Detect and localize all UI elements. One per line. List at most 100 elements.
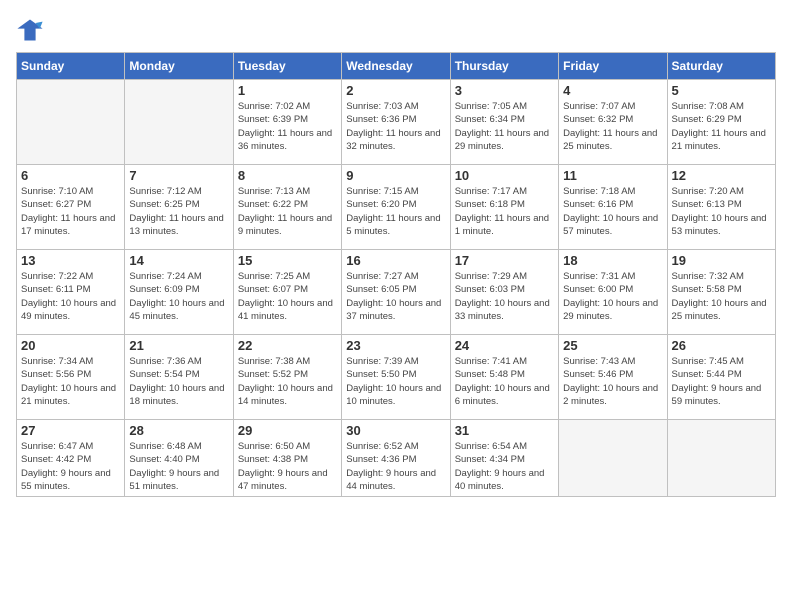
calendar-cell: 2 Sunrise: 7:03 AM Sunset: 6:36 PM Daylig… (342, 80, 450, 165)
day-number: 11 (563, 168, 662, 183)
day-number: 18 (563, 253, 662, 268)
calendar-cell: 14 Sunrise: 7:24 AM Sunset: 6:09 PM Dayli… (125, 250, 233, 335)
calendar-cell: 29 Sunrise: 6:50 AM Sunset: 4:38 PM Dayli… (233, 420, 341, 497)
calendar-cell: 23 Sunrise: 7:39 AM Sunset: 5:50 PM Dayli… (342, 335, 450, 420)
day-detail: Sunrise: 7:34 AM Sunset: 5:56 PM Dayligh… (21, 355, 120, 408)
calendar-cell: 21 Sunrise: 7:36 AM Sunset: 5:54 PM Dayli… (125, 335, 233, 420)
day-detail: Sunrise: 7:18 AM Sunset: 6:16 PM Dayligh… (563, 185, 662, 238)
calendar-cell: 4 Sunrise: 7:07 AM Sunset: 6:32 PM Daylig… (559, 80, 667, 165)
calendar-cell: 6 Sunrise: 7:10 AM Sunset: 6:27 PM Daylig… (17, 165, 125, 250)
day-number: 10 (455, 168, 554, 183)
day-number: 26 (672, 338, 771, 353)
day-number: 1 (238, 83, 337, 98)
day-number: 3 (455, 83, 554, 98)
day-number: 25 (563, 338, 662, 353)
day-detail: Sunrise: 7:20 AM Sunset: 6:13 PM Dayligh… (672, 185, 771, 238)
day-detail: Sunrise: 7:03 AM Sunset: 6:36 PM Dayligh… (346, 100, 445, 153)
calendar-cell: 22 Sunrise: 7:38 AM Sunset: 5:52 PM Dayli… (233, 335, 341, 420)
day-detail: Sunrise: 7:02 AM Sunset: 6:39 PM Dayligh… (238, 100, 337, 153)
day-detail: Sunrise: 7:07 AM Sunset: 6:32 PM Dayligh… (563, 100, 662, 153)
day-number: 29 (238, 423, 337, 438)
calendar-cell: 1 Sunrise: 7:02 AM Sunset: 6:39 PM Daylig… (233, 80, 341, 165)
calendar-cell: 9Sunrise: 7:15 AM Sunset: 6:20 PM Daylig… (342, 165, 450, 250)
calendar-cell: 17 Sunrise: 7:29 AM Sunset: 6:03 PM Dayli… (450, 250, 558, 335)
day-number: 19 (672, 253, 771, 268)
day-detail: Sunrise: 7:17 AM Sunset: 6:18 PM Dayligh… (455, 185, 554, 238)
day-number: 31 (455, 423, 554, 438)
day-detail: Sunrise: 7:15 AM Sunset: 6:20 PM Dayligh… (346, 185, 445, 238)
calendar-cell (17, 80, 125, 165)
calendar-cell: 19 Sunrise: 7:32 AM Sunset: 5:58 PM Dayli… (667, 250, 775, 335)
day-number: 5 (672, 83, 771, 98)
day-number: 22 (238, 338, 337, 353)
day-detail: Sunrise: 7:38 AM Sunset: 5:52 PM Dayligh… (238, 355, 337, 408)
day-number: 4 (563, 83, 662, 98)
day-detail: Sunrise: 6:50 AM Sunset: 4:38 PM Dayligh… (238, 440, 337, 493)
calendar-cell: 8 Sunrise: 7:13 AM Sunset: 6:22 PM Daylig… (233, 165, 341, 250)
day-number: 23 (346, 338, 445, 353)
day-number: 13 (21, 253, 120, 268)
day-detail: Sunrise: 7:43 AM Sunset: 5:46 PM Dayligh… (563, 355, 662, 408)
calendar-week-0: 1 Sunrise: 7:02 AM Sunset: 6:39 PM Daylig… (17, 80, 776, 165)
day-detail: Sunrise: 6:54 AM Sunset: 4:34 PM Dayligh… (455, 440, 554, 493)
day-detail: Sunrise: 7:24 AM Sunset: 6:09 PM Dayligh… (129, 270, 228, 323)
calendar-table: SundayMondayTuesdayWednesdayThursdayFrid… (16, 52, 776, 497)
day-number: 2 (346, 83, 445, 98)
day-number: 21 (129, 338, 228, 353)
weekday-header-wednesday: Wednesday (342, 53, 450, 80)
calendar-week-2: 13 Sunrise: 7:22 AM Sunset: 6:11 PM Dayli… (17, 250, 776, 335)
day-number: 8 (238, 168, 337, 183)
day-number: 7 (129, 168, 228, 183)
day-detail: Sunrise: 7:45 AM Sunset: 5:44 PM Dayligh… (672, 355, 771, 408)
day-detail: Sunrise: 7:39 AM Sunset: 5:50 PM Dayligh… (346, 355, 445, 408)
day-detail: Sunrise: 7:08 AM Sunset: 6:29 PM Dayligh… (672, 100, 771, 153)
day-detail: Sunrise: 7:32 AM Sunset: 5:58 PM Dayligh… (672, 270, 771, 323)
day-detail: Sunrise: 7:22 AM Sunset: 6:11 PM Dayligh… (21, 270, 120, 323)
calendar-cell: 27 Sunrise: 6:47 AM Sunset: 4:42 PM Dayli… (17, 420, 125, 497)
weekday-header-saturday: Saturday (667, 53, 775, 80)
calendar-cell: 16 Sunrise: 7:27 AM Sunset: 6:05 PM Dayli… (342, 250, 450, 335)
day-number: 20 (21, 338, 120, 353)
calendar-cell: 28Sunrise: 6:48 AM Sunset: 4:40 PM Dayli… (125, 420, 233, 497)
calendar-week-1: 6 Sunrise: 7:10 AM Sunset: 6:27 PM Daylig… (17, 165, 776, 250)
day-number: 16 (346, 253, 445, 268)
calendar-cell: 26 Sunrise: 7:45 AM Sunset: 5:44 PM Dayli… (667, 335, 775, 420)
day-detail: Sunrise: 7:12 AM Sunset: 6:25 PM Dayligh… (129, 185, 228, 238)
day-detail: Sunrise: 6:48 AM Sunset: 4:40 PM Dayligh… (129, 440, 228, 493)
calendar-cell: 31 Sunrise: 6:54 AM Sunset: 4:34 PM Dayli… (450, 420, 558, 497)
day-number: 14 (129, 253, 228, 268)
day-detail: Sunrise: 7:10 AM Sunset: 6:27 PM Dayligh… (21, 185, 120, 238)
day-detail: Sunrise: 7:13 AM Sunset: 6:22 PM Dayligh… (238, 185, 337, 238)
calendar-cell: 12Sunrise: 7:20 AM Sunset: 6:13 PM Dayli… (667, 165, 775, 250)
day-detail: Sunrise: 7:36 AM Sunset: 5:54 PM Dayligh… (129, 355, 228, 408)
day-detail: Sunrise: 7:05 AM Sunset: 6:34 PM Dayligh… (455, 100, 554, 153)
day-number: 30 (346, 423, 445, 438)
weekday-header-thursday: Thursday (450, 53, 558, 80)
calendar-cell: 15 Sunrise: 7:25 AM Sunset: 6:07 PM Dayli… (233, 250, 341, 335)
page-header (16, 16, 776, 44)
calendar-week-4: 27 Sunrise: 6:47 AM Sunset: 4:42 PM Dayli… (17, 420, 776, 497)
calendar-cell: 18Sunrise: 7:31 AM Sunset: 6:00 PM Dayli… (559, 250, 667, 335)
day-number: 17 (455, 253, 554, 268)
day-detail: Sunrise: 7:41 AM Sunset: 5:48 PM Dayligh… (455, 355, 554, 408)
day-detail: Sunrise: 6:52 AM Sunset: 4:36 PM Dayligh… (346, 440, 445, 493)
calendar-cell: 20 Sunrise: 7:34 AM Sunset: 5:56 PM Dayli… (17, 335, 125, 420)
day-number: 27 (21, 423, 120, 438)
day-detail: Sunrise: 6:47 AM Sunset: 4:42 PM Dayligh… (21, 440, 120, 493)
calendar-cell: 10 Sunrise: 7:17 AM Sunset: 6:18 PM Dayli… (450, 165, 558, 250)
calendar-cell (559, 420, 667, 497)
calendar-cell: 25 Sunrise: 7:43 AM Sunset: 5:46 PM Dayli… (559, 335, 667, 420)
day-number: 15 (238, 253, 337, 268)
logo-icon (16, 16, 44, 44)
calendar-cell: 3 Sunrise: 7:05 AM Sunset: 6:34 PM Daylig… (450, 80, 558, 165)
day-detail: Sunrise: 7:29 AM Sunset: 6:03 PM Dayligh… (455, 270, 554, 323)
day-number: 6 (21, 168, 120, 183)
day-number: 24 (455, 338, 554, 353)
calendar-cell (667, 420, 775, 497)
calendar-cell: 13 Sunrise: 7:22 AM Sunset: 6:11 PM Dayli… (17, 250, 125, 335)
calendar-cell: 7 Sunrise: 7:12 AM Sunset: 6:25 PM Daylig… (125, 165, 233, 250)
day-detail: Sunrise: 7:27 AM Sunset: 6:05 PM Dayligh… (346, 270, 445, 323)
weekday-header-tuesday: Tuesday (233, 53, 341, 80)
day-detail: Sunrise: 7:25 AM Sunset: 6:07 PM Dayligh… (238, 270, 337, 323)
calendar-cell: 24 Sunrise: 7:41 AM Sunset: 5:48 PM Dayli… (450, 335, 558, 420)
